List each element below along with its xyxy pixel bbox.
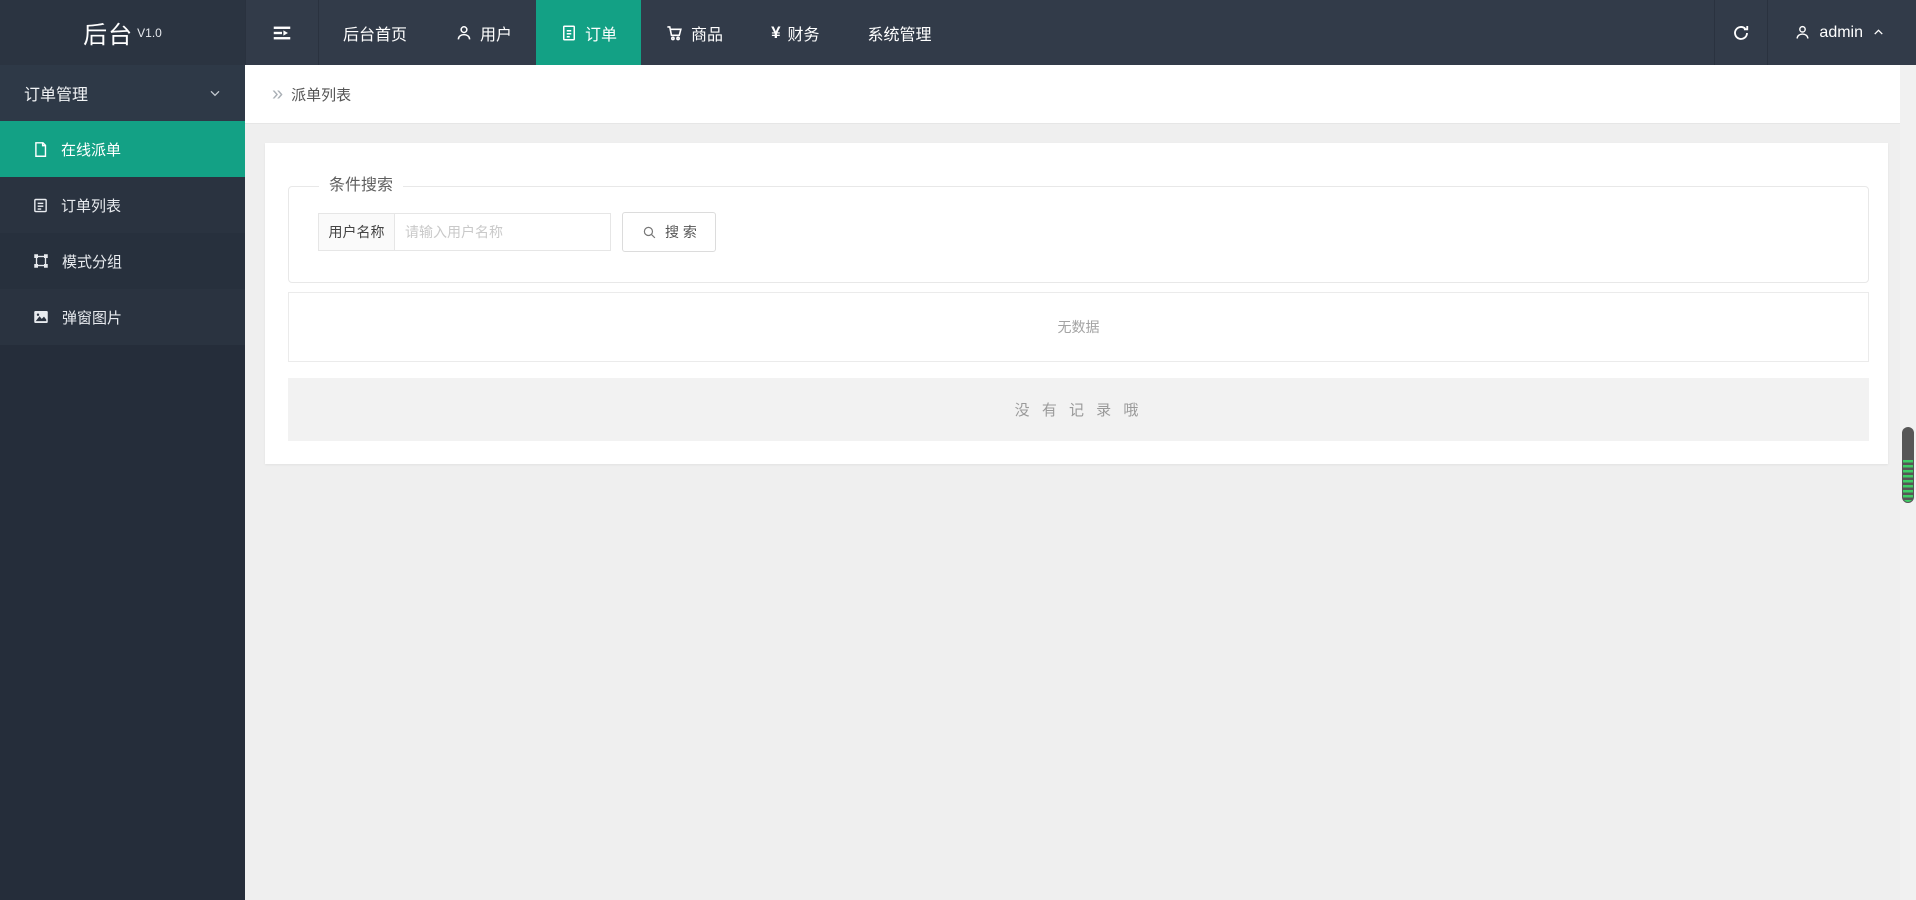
user-icon (455, 24, 473, 42)
user-menu[interactable]: admin (1768, 0, 1916, 65)
no-record-text: 没 有 记 录 哦 (1014, 402, 1143, 419)
nav-item-home[interactable]: 后台首页 (319, 0, 431, 65)
document-icon (560, 24, 578, 42)
nav-item-finance[interactable]: ¥ 财务 (747, 0, 843, 65)
nav-item-users[interactable]: 用户 (431, 0, 536, 65)
sidebar: 订单管理 在线派单 订单列表 模式分组 弹窗图片 (0, 65, 245, 900)
chevron-down-icon (207, 85, 223, 101)
empty-table-area: 无数据 (288, 292, 1869, 362)
nav-item-label: 用户 (480, 26, 513, 44)
breadcrumb-separator-icon: » (272, 83, 284, 105)
username-input[interactable] (395, 213, 611, 251)
vertical-scrollbar-track[interactable] (1900, 65, 1916, 900)
sidebar-item-label: 在线派单 (61, 141, 122, 159)
nav-item-system[interactable]: 系统管理 (844, 0, 956, 65)
top-bar: 后台 V1.0 后台首页 用户 订单 商品 ¥ 财务 系统管理 admin (0, 0, 1916, 65)
topbar-right: admin (1714, 0, 1916, 65)
refresh-button[interactable] (1714, 0, 1769, 65)
search-panel-legend: 条件搜索 (329, 177, 394, 194)
refresh-icon (1731, 23, 1751, 43)
breadcrumb: » 派单列表 (245, 65, 1900, 124)
app-title: 后台 (83, 22, 134, 49)
search-button[interactable]: 搜 索 (622, 212, 716, 252)
sidebar-item-mode-group[interactable]: 模式分组 (0, 233, 245, 289)
nav-item-label: 系统管理 (867, 26, 932, 44)
nav-item-orders[interactable]: 订单 (536, 0, 642, 65)
yen-icon: ¥ (771, 23, 781, 42)
empty-table-text: 无数据 (1057, 319, 1100, 335)
sidebar-item-popup-image[interactable]: 弹窗图片 (0, 289, 245, 345)
sidebar-item-label: 模式分组 (62, 253, 123, 271)
image-icon (32, 308, 50, 326)
breadcrumb-title: 派单列表 (291, 86, 352, 104)
sidebar-group-label: 订单管理 (24, 87, 89, 104)
scrollbar-stripes (1903, 460, 1913, 502)
list-form-icon (32, 197, 49, 214)
app-logo: 后台 V1.0 (0, 0, 245, 65)
menu-collapse-icon (271, 22, 293, 44)
page-icon (32, 141, 49, 158)
search-form: 用户名称 搜 索 (318, 212, 716, 252)
cart-icon (665, 23, 684, 42)
user-icon (1794, 24, 1811, 41)
sidebar-group-order-management[interactable]: 订单管理 (0, 65, 245, 121)
nav-item-goods[interactable]: 商品 (641, 0, 747, 65)
object-group-icon (32, 252, 50, 270)
nav-item-label: 财务 (787, 26, 820, 44)
sidebar-item-order-list[interactable]: 订单列表 (0, 177, 245, 233)
vertical-scrollbar-thumb[interactable] (1902, 427, 1914, 503)
search-button-label: 搜 索 (665, 224, 697, 240)
nav-item-label: 后台首页 (343, 26, 408, 44)
nav-item-label: 商品 (691, 26, 724, 44)
main-content: » 派单列表 条件搜索 用户名称 搜 索 无数据 没 有 记 录 哦 (245, 65, 1900, 900)
sidebar-item-label: 订单列表 (61, 197, 122, 215)
sidebar-item-label: 弹窗图片 (62, 309, 123, 327)
chevron-up-icon (1871, 25, 1886, 40)
user-name: admin (1819, 23, 1863, 41)
app-version: V1.0 (137, 25, 162, 40)
no-record-bar: 没 有 记 录 哦 (288, 378, 1869, 441)
magnifier-icon (641, 224, 658, 241)
nav-item-label: 订单 (585, 26, 618, 44)
content-card: 条件搜索 用户名称 搜 索 无数据 没 有 记 录 哦 (265, 143, 1888, 464)
top-nav: 后台首页 用户 订单 商品 ¥ 财务 系统管理 (319, 0, 956, 65)
username-field-label: 用户名称 (318, 213, 395, 251)
sidebar-item-online-dispatch[interactable]: 在线派单 (0, 121, 245, 177)
sidebar-collapse-button[interactable] (245, 0, 319, 65)
